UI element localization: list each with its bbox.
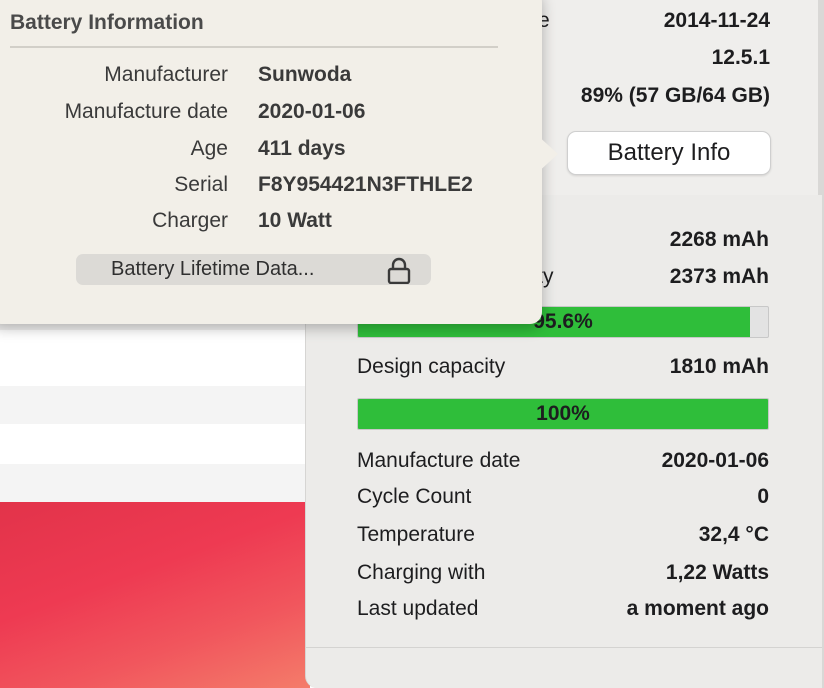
row-value: Sunwoda: [258, 63, 352, 86]
list-row-stripe: [0, 464, 310, 502]
manufacture-date-row: Manufacture date 2020-01-06: [0, 100, 520, 130]
design-capacity-label: Design capacity: [357, 355, 506, 378]
age-row: Age 411 days: [0, 137, 520, 167]
list-background: [0, 330, 310, 502]
row-value: F8Y954421N3FTHLE2: [258, 173, 473, 196]
row-value: 0: [757, 485, 769, 508]
row-label: Manufacturer: [104, 63, 228, 86]
info-version-value: 12.5.1: [711, 46, 770, 69]
row-value: 1,22 Watts: [665, 561, 769, 584]
list-row-stripe: [0, 386, 310, 424]
info-date-value: 2014-11-24: [663, 9, 770, 32]
row-value: 32,4 °C: [698, 523, 769, 546]
charging-with-row: Charging with 1,22 Watts: [357, 561, 769, 591]
row-value: a moment ago: [626, 597, 769, 620]
popover-arrow: [536, 134, 558, 174]
lifetime-button-label: Battery Lifetime Data...: [111, 258, 315, 280]
cycle-count-row: Cycle Count 0: [357, 485, 769, 515]
row-value: 10 Watt: [258, 209, 332, 232]
desktop-wallpaper: [0, 502, 310, 688]
row-label: Charging with: [357, 561, 486, 584]
manufacture-date-row: Manufacture date 2020-01-06: [357, 449, 769, 479]
row-label: Manufacture date: [64, 100, 228, 123]
row-label: Manufacture date: [357, 449, 521, 472]
serial-row: Serial F8Y954421N3FTHLE2: [0, 173, 520, 203]
row-label: Age: [190, 137, 228, 160]
row-label: Temperature: [357, 523, 475, 546]
battery-lifetime-data-button[interactable]: Battery Lifetime Data...: [76, 254, 431, 285]
row-label: Last updated: [357, 597, 479, 620]
charger-row: Charger 10 Watt: [0, 209, 520, 239]
health-bar-text: 100%: [536, 402, 590, 425]
row-label: Cycle Count: [357, 485, 472, 508]
charge-value: 2268 mAh: [669, 228, 769, 251]
health-bar: 100%: [357, 398, 769, 430]
last-updated-row: Last updated a moment ago: [357, 597, 769, 627]
temperature-row: Temperature 32,4 °C: [357, 523, 769, 553]
row-label: Charger: [152, 209, 228, 232]
design-capacity-value: 1810 mAh: [669, 355, 769, 378]
row-value: 411 days: [258, 137, 346, 160]
row-value: 2020-01-06: [258, 100, 366, 123]
lock-icon: [387, 257, 411, 284]
popover-separator: [10, 46, 498, 48]
full-capacity-value: 2373 mAh: [669, 265, 769, 288]
panel-divider: [306, 647, 822, 648]
battery-information-popover: Battery Information Manufacturer Sunwoda…: [0, 0, 542, 324]
battery-info-button[interactable]: Battery Info: [567, 131, 771, 175]
manufacturer-row: Manufacturer Sunwoda: [0, 63, 520, 93]
row-label: Serial: [174, 173, 228, 196]
info-storage-value: 89% (57 GB/64 GB): [580, 84, 770, 107]
popover-title: Battery Information: [10, 11, 204, 34]
design-capacity-row: Design capacity 1810 mAh: [357, 355, 769, 385]
row-value: 2020-01-06: [661, 449, 769, 472]
